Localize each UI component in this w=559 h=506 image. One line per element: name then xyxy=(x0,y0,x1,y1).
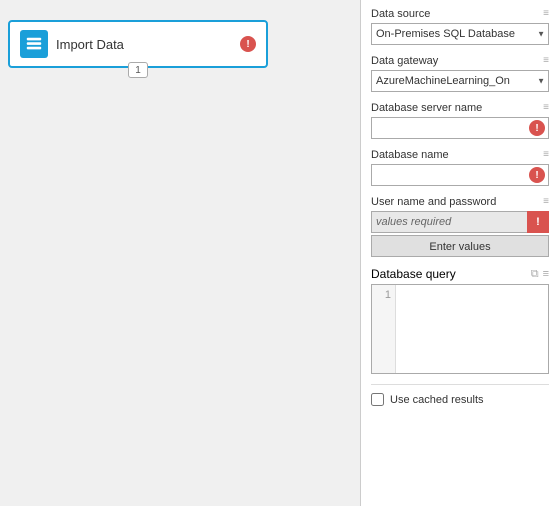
node-port[interactable]: 1 xyxy=(128,62,148,78)
db-query-icons: ⧉ ≡ xyxy=(531,268,549,281)
data-gateway-label: Data gateway xyxy=(371,55,438,67)
data-source-select-wrapper: On-Premises SQL Database xyxy=(371,23,549,45)
data-source-select[interactable]: On-Premises SQL Database xyxy=(371,23,549,45)
data-gateway-select-wrapper: AzureMachineLearning_On xyxy=(371,70,549,92)
db-server-label-row: Database server name ≡ xyxy=(371,102,549,114)
db-name-error-icon: ! xyxy=(529,167,545,183)
user-pass-label: User name and password xyxy=(371,196,496,208)
user-pass-input-wrapper: ! xyxy=(371,211,549,233)
db-name-grip-icon: ≡ xyxy=(543,150,549,160)
query-line-1: 1 xyxy=(376,289,391,301)
use-cached-checkbox[interactable] xyxy=(371,393,384,406)
db-server-grip-icon: ≡ xyxy=(543,103,549,113)
properties-panel: Data source ≡ On-Premises SQL Database D… xyxy=(360,0,559,506)
data-source-group: Data source ≡ On-Premises SQL Database xyxy=(371,8,549,45)
db-query-header: Database query ⧉ ≡ xyxy=(371,267,549,281)
db-server-error-icon: ! xyxy=(529,120,545,136)
db-query-textarea[interactable] xyxy=(396,285,548,373)
user-pass-input[interactable] xyxy=(371,211,527,233)
import-icon xyxy=(25,35,43,53)
use-cached-label: Use cached results xyxy=(390,394,484,406)
data-gateway-label-row: Data gateway ≡ xyxy=(371,55,549,67)
db-server-label: Database server name xyxy=(371,102,482,114)
canvas-area: Import Data ! 1 xyxy=(0,0,360,506)
user-pass-grip-icon: ≡ xyxy=(543,197,549,207)
user-pass-group: User name and password ≡ ! Enter values xyxy=(371,196,549,257)
data-gateway-grip-icon: ≡ xyxy=(543,56,549,66)
db-name-label-row: Database name ≡ xyxy=(371,149,549,161)
user-pass-label-row: User name and password ≡ xyxy=(371,196,549,208)
data-source-grip-icon: ≡ xyxy=(543,9,549,19)
use-cached-results-group: Use cached results xyxy=(371,384,549,406)
db-server-group: Database server name ≡ ! xyxy=(371,102,549,139)
node-title: Import Data xyxy=(56,37,232,52)
enter-values-button[interactable]: Enter values xyxy=(371,235,549,257)
db-name-group: Database name ≡ ! xyxy=(371,149,549,186)
user-pass-error-icon: ! xyxy=(527,211,549,233)
data-gateway-select[interactable]: AzureMachineLearning_On xyxy=(371,70,549,92)
node-icon xyxy=(20,30,48,58)
db-server-input-wrapper: ! xyxy=(371,117,549,139)
db-query-area: 1 xyxy=(371,284,549,374)
data-gateway-group: Data gateway ≡ AzureMachineLearning_On xyxy=(371,55,549,92)
data-source-label: Data source xyxy=(371,8,430,20)
db-name-input-wrapper: ! xyxy=(371,164,549,186)
data-source-label-row: Data source ≡ xyxy=(371,8,549,20)
db-query-label: Database query xyxy=(371,267,456,281)
db-server-input[interactable] xyxy=(371,117,549,139)
import-data-node[interactable]: Import Data ! 1 xyxy=(8,20,268,68)
db-query-copy-icon[interactable]: ⧉ xyxy=(531,268,539,281)
query-line-numbers: 1 xyxy=(372,285,396,373)
db-name-input[interactable] xyxy=(371,164,549,186)
db-query-group: Database query ⧉ ≡ 1 xyxy=(371,267,549,374)
node-error-badge: ! xyxy=(240,36,256,52)
db-query-grip-icon: ≡ xyxy=(543,268,549,280)
db-name-label: Database name xyxy=(371,149,449,161)
